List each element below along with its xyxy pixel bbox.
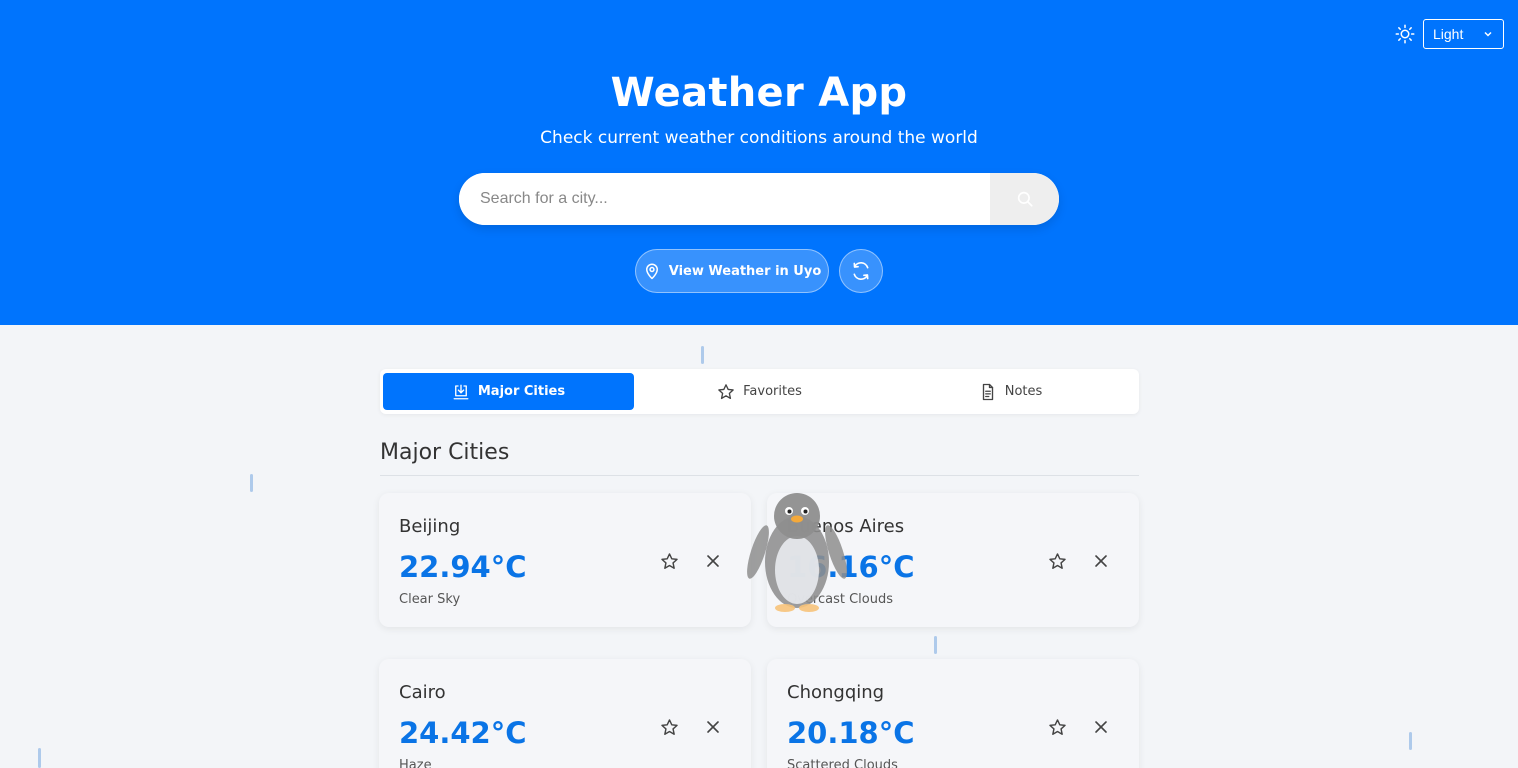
close-icon bbox=[1095, 721, 1107, 733]
tab-notes-label: Notes bbox=[1004, 384, 1043, 399]
tab-major-cities-label: Major Cities bbox=[477, 384, 566, 399]
tab-favorites[interactable]: Favorites bbox=[634, 373, 885, 410]
search-button[interactable] bbox=[990, 173, 1059, 225]
close-icon bbox=[707, 555, 719, 567]
document-icon bbox=[982, 383, 993, 400]
location-row: View Weather in Uyo bbox=[0, 249, 1518, 293]
remove-button[interactable] bbox=[703, 717, 723, 737]
refresh-button[interactable] bbox=[839, 249, 883, 293]
raindrop-decoration bbox=[38, 748, 41, 768]
view-location-weather-label: View Weather in Uyo bbox=[668, 263, 822, 279]
city-condition: Scattered Clouds bbox=[787, 758, 898, 768]
city-condition: Clear Sky bbox=[399, 592, 461, 607]
city-temperature: 20.18°C bbox=[787, 716, 915, 750]
search-icon bbox=[1017, 191, 1033, 207]
city-name: Beijing bbox=[399, 516, 461, 537]
view-location-weather-button[interactable]: View Weather in Uyo bbox=[635, 249, 829, 293]
raindrop-decoration bbox=[701, 346, 704, 364]
city-name: Chongqing bbox=[787, 682, 885, 703]
remove-button[interactable] bbox=[703, 551, 723, 571]
search-bar bbox=[459, 173, 1059, 225]
page-subtitle: Check current weather conditions around … bbox=[540, 128, 978, 148]
favorite-button[interactable] bbox=[1047, 717, 1067, 737]
tab-favorites-label: Favorites bbox=[743, 384, 802, 399]
star-icon bbox=[660, 552, 678, 569]
chevron-down-icon bbox=[1484, 31, 1492, 37]
remove-button[interactable] bbox=[1091, 717, 1111, 737]
tab-notes[interactable]: Notes bbox=[885, 373, 1136, 410]
search-input[interactable] bbox=[459, 173, 990, 225]
header: Light Weather App Check current weather … bbox=[0, 0, 1518, 325]
raindrop-decoration bbox=[250, 474, 253, 492]
theme-select[interactable]: Light bbox=[1423, 19, 1504, 49]
map-pin-icon bbox=[645, 263, 658, 280]
refresh-icon bbox=[853, 261, 869, 281]
close-icon bbox=[1095, 555, 1107, 567]
star-icon bbox=[660, 718, 678, 735]
remove-button[interactable] bbox=[1091, 551, 1111, 571]
tab-major-cities[interactable]: Major Cities bbox=[383, 373, 634, 410]
city-temperature: 24.42°C bbox=[399, 716, 527, 750]
sun-icon bbox=[1395, 24, 1415, 44]
star-icon bbox=[1048, 718, 1066, 735]
favorite-button[interactable] bbox=[1047, 551, 1067, 571]
raindrop-decoration bbox=[1409, 732, 1412, 750]
star-icon bbox=[1048, 552, 1066, 569]
section-title: Major Cities bbox=[380, 440, 1139, 476]
city-card[interactable]: Chongqing 20.18°C Scattered Clouds bbox=[767, 659, 1139, 768]
theme-switch: Light bbox=[1395, 19, 1504, 49]
favorite-button[interactable] bbox=[659, 551, 679, 571]
raindrop-decoration bbox=[934, 636, 937, 654]
tab-bar: Major Cities Favorites Notes bbox=[380, 369, 1139, 414]
theme-select-value: Light bbox=[1433, 26, 1464, 42]
city-card[interactable]: Beijing 22.94°C Clear Sky bbox=[379, 493, 751, 627]
star-icon bbox=[718, 383, 734, 399]
close-icon bbox=[707, 721, 719, 733]
download-icon bbox=[453, 384, 469, 399]
city-temperature: 22.94°C bbox=[399, 550, 527, 584]
city-name: Cairo bbox=[399, 682, 446, 703]
favorite-button[interactable] bbox=[659, 717, 679, 737]
city-card[interactable]: Cairo 24.42°C Haze bbox=[379, 659, 751, 768]
penguin-mascot-icon bbox=[747, 493, 847, 612]
city-condition: Haze bbox=[399, 758, 432, 768]
page-title: Weather App bbox=[610, 70, 908, 116]
